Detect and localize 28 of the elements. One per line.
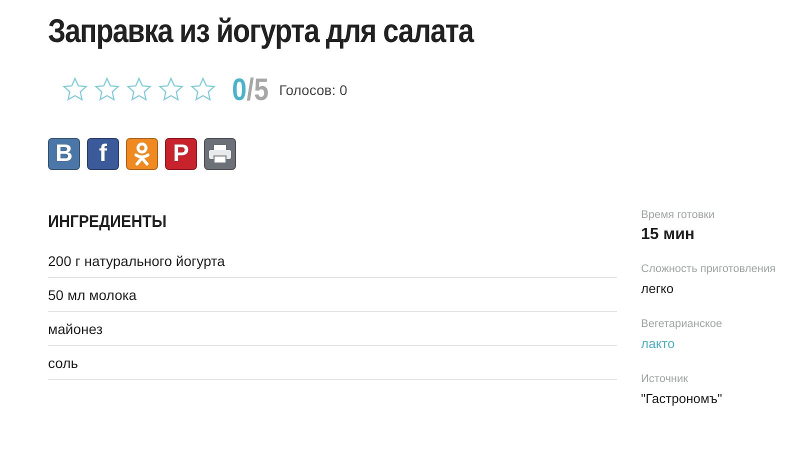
detail-value: "Гастрономъ" xyxy=(641,391,724,406)
printer-icon xyxy=(208,144,232,164)
star-icon[interactable] xyxy=(94,77,120,103)
star-icon[interactable] xyxy=(158,77,184,103)
rating-max: /5 xyxy=(246,72,269,108)
star-icon[interactable] xyxy=(190,77,216,103)
ingredient-item: 200 г натурального йогурта xyxy=(48,244,617,278)
detail-value: 15 мин xyxy=(641,226,696,244)
star-icon[interactable] xyxy=(62,77,88,103)
detail-value: легко xyxy=(641,281,675,296)
section-heading: ИНГРЕДИЕНТЫ xyxy=(48,212,167,232)
recipe-title: Заправка из йогурта для салата xyxy=(48,12,474,50)
detail-label: Вегетарианское xyxy=(641,318,724,330)
person-icon xyxy=(133,142,151,166)
print-button[interactable] xyxy=(204,138,236,170)
ingredient-item: 50 мл молока xyxy=(48,278,617,312)
rating-score: 0 xyxy=(232,72,247,108)
share-button[interactable] xyxy=(126,138,158,170)
share-button[interactable]: f xyxy=(87,138,119,170)
share-button[interactable]: B xyxy=(48,138,80,170)
detail-label: Источник xyxy=(641,373,689,385)
share-button[interactable]: P xyxy=(165,138,197,170)
star-icon[interactable] xyxy=(126,77,152,103)
detail-label: Сложность приготовления xyxy=(641,263,776,275)
ingredient-item: майонез xyxy=(48,312,617,346)
detail-label: Время готовки xyxy=(641,209,716,221)
vote-count: Голосов: 0 xyxy=(279,82,348,98)
ingredient-item: соль xyxy=(48,346,617,380)
